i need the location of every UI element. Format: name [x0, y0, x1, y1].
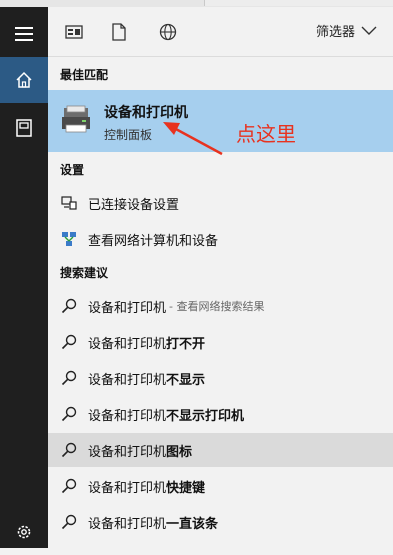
annotation-text: 点这里: [236, 122, 296, 146]
annotation-arrow: [163, 122, 223, 156]
